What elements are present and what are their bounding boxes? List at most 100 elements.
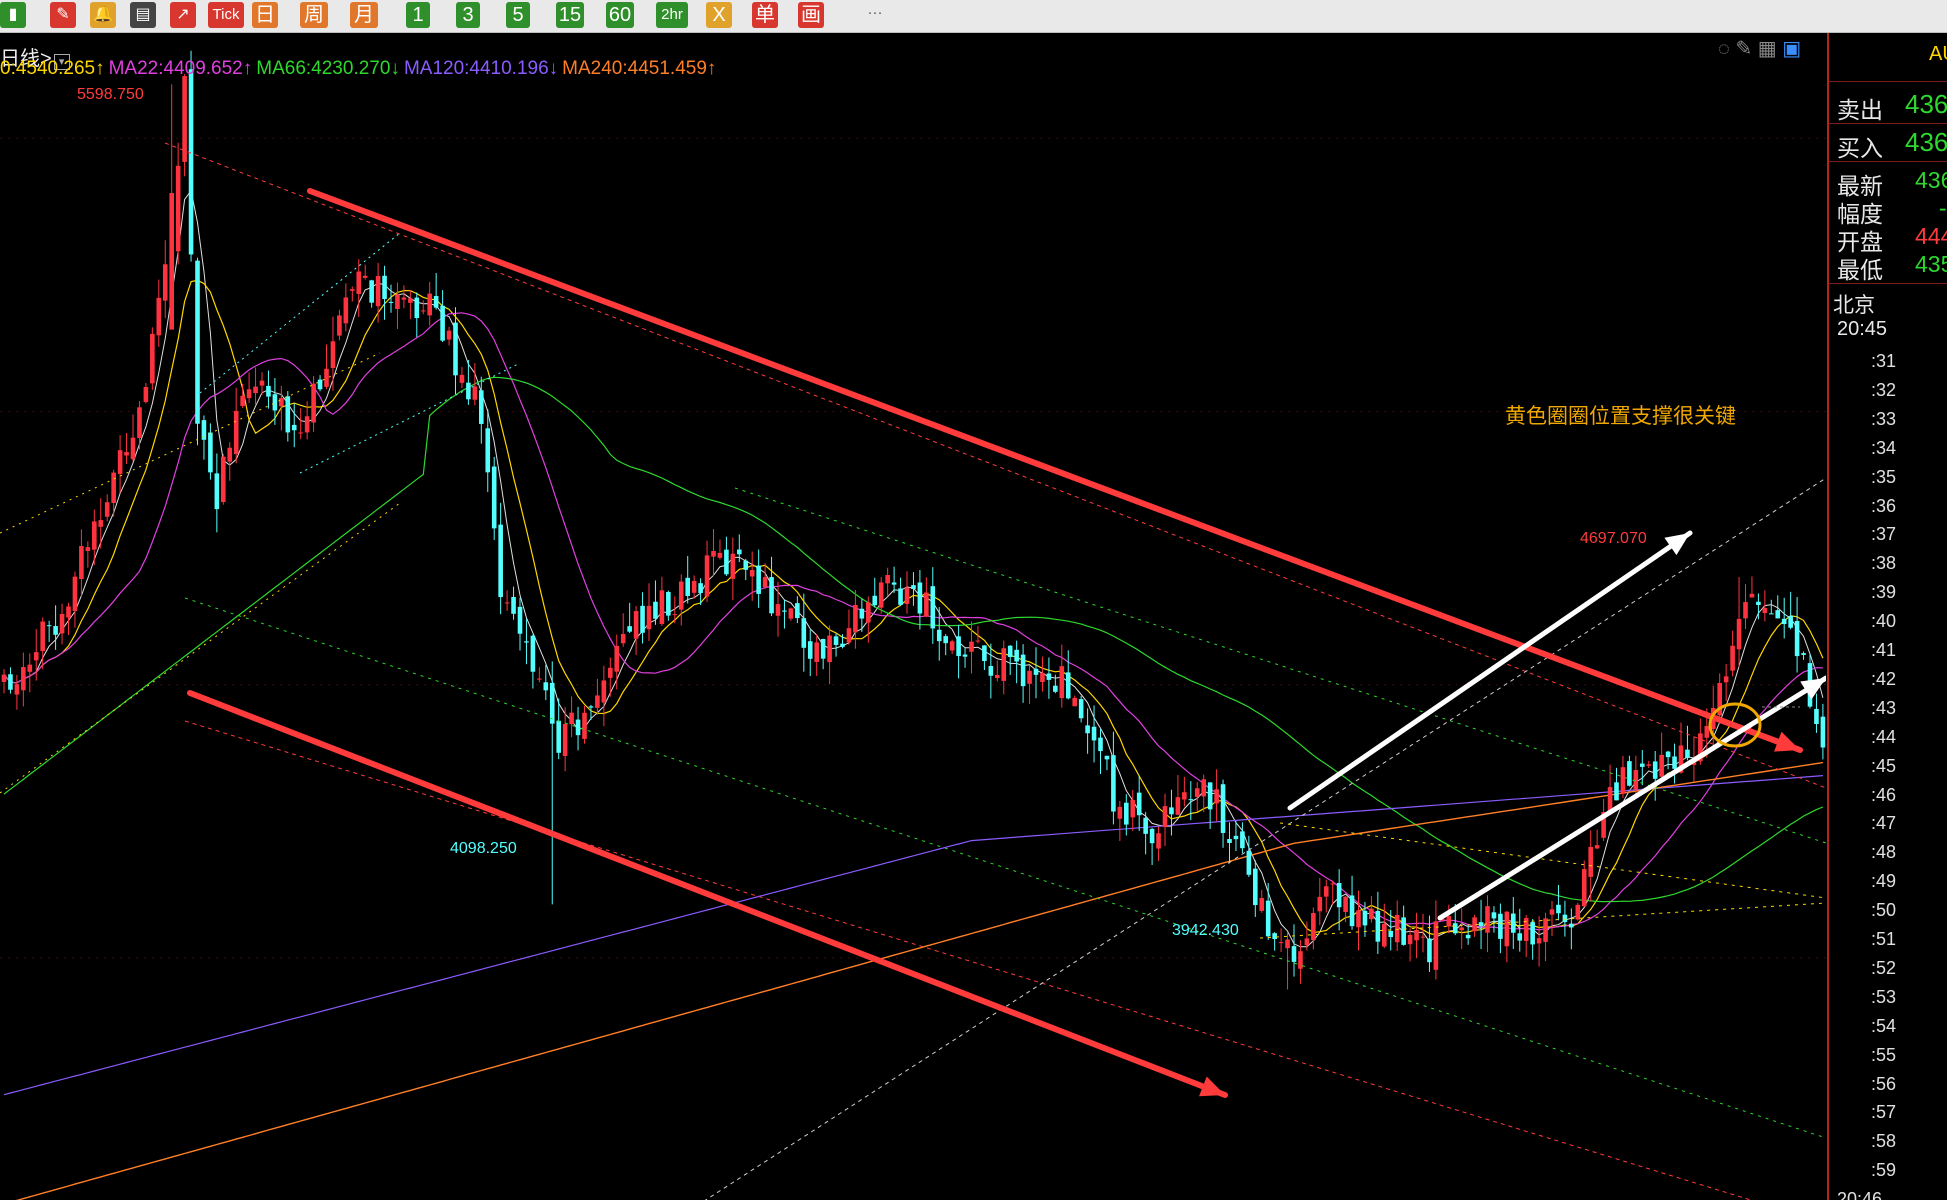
candle-body — [1343, 896, 1348, 912]
candle-body — [1414, 929, 1419, 941]
eye-off-icon[interactable]: ◌ — [1718, 38, 1730, 60]
candle-body — [891, 582, 897, 585]
candle-body — [466, 382, 471, 400]
candle-body — [253, 386, 258, 394]
candle-body — [1633, 770, 1639, 790]
candle-body — [221, 456, 226, 503]
candle-body — [1162, 806, 1168, 828]
candle-body — [904, 587, 910, 605]
table-icon[interactable]: ▤ — [130, 2, 156, 28]
grid-layout-icon[interactable]: ▦ — [1758, 38, 1777, 60]
candle-body — [698, 583, 703, 593]
trend-chart-icon[interactable]: ↗ — [170, 2, 196, 28]
bid-label: 买入 — [1837, 135, 1883, 161]
candle-body — [130, 437, 136, 460]
candle-body — [769, 577, 774, 614]
candle-body — [1769, 613, 1774, 615]
candle-body — [1420, 936, 1426, 938]
candle-body — [1394, 915, 1400, 943]
candle-body — [1111, 755, 1116, 812]
candle-body — [266, 385, 271, 397]
time-tick: :48 — [1871, 842, 1897, 863]
toolbar-button-12[interactable]: 15 — [556, 2, 584, 28]
candle-body — [33, 652, 39, 661]
candle-body — [1820, 716, 1826, 748]
candle-body — [1330, 883, 1335, 885]
candle-body — [427, 293, 432, 316]
toolbar-button-18[interactable]: ··· — [860, 2, 890, 28]
candle-body — [1124, 802, 1129, 825]
candlestick-chart[interactable]: 5598.750 4098.250 3942.430 4697.070 黄色圈圈位置支撑… — [0, 33, 1826, 1200]
candle-body — [588, 706, 594, 708]
candle-body — [337, 315, 342, 336]
price-label: 3942.430 — [1172, 922, 1239, 939]
candle-body — [175, 165, 181, 252]
candle-body — [1040, 672, 1045, 682]
candle-body — [1433, 921, 1439, 970]
time-tick: :56 — [1871, 1073, 1897, 1094]
pencil-icon[interactable]: ✎ — [1735, 38, 1752, 60]
candle-body — [730, 553, 736, 579]
candle-body — [807, 641, 813, 659]
candle-body — [872, 595, 878, 606]
time-tick: :32 — [1871, 379, 1897, 400]
toolbar-button-6[interactable]: 日 — [252, 2, 278, 28]
candle-body — [298, 432, 303, 434]
toolbar-button-16[interactable]: 单 — [752, 2, 778, 28]
candle-body — [1794, 621, 1800, 657]
candle-body — [485, 428, 491, 473]
candle-body — [1801, 653, 1806, 655]
toolbar-button-5[interactable]: Tick — [208, 2, 244, 28]
toolbar-button-15[interactable]: X — [706, 2, 732, 28]
candle-body — [1743, 602, 1748, 619]
candle-chart-icon[interactable]: ▮ — [0, 2, 26, 28]
candle-body — [162, 264, 168, 301]
candle-body — [885, 574, 890, 584]
candle-body — [788, 608, 794, 619]
candle-body — [1491, 912, 1497, 919]
candle-body — [1465, 934, 1471, 939]
toolbar-button-7[interactable]: 周 — [300, 2, 328, 28]
channel-upper-guide — [164, 142, 1826, 789]
candle-body — [304, 416, 310, 433]
pen-icon[interactable]: ✎ — [50, 2, 76, 28]
candle-body — [137, 407, 142, 438]
candle-body — [782, 610, 787, 612]
candle-body — [982, 645, 987, 662]
candle-body — [1156, 833, 1161, 849]
candle-body — [1762, 608, 1768, 614]
candle-body — [949, 641, 955, 651]
toolbar-button-11[interactable]: 5 — [506, 2, 530, 28]
toolbar-button-8[interactable]: 月 — [350, 2, 378, 28]
candle-body — [833, 636, 839, 645]
time-tick: :45 — [1871, 755, 1897, 776]
candle-body — [988, 665, 994, 676]
chart-header-icons: ◌ ✎ ▦ ▣ — [1718, 36, 1801, 61]
ma-legend: 0:4540.265↑ MA22:4409.652↑ MA66:4230.270↓ M… — [0, 58, 720, 80]
downtrend-upper-arrow-head — [1774, 731, 1800, 752]
candle-body — [1388, 930, 1394, 938]
toolbar-button-13[interactable]: 60 — [606, 2, 634, 28]
candle-body — [1427, 938, 1432, 963]
panel-icon[interactable]: ▣ — [1782, 38, 1801, 60]
bell-icon[interactable]: 🔔 — [90, 2, 116, 28]
candle-body — [1259, 898, 1265, 911]
toolbar-button-9[interactable]: 1 — [406, 2, 430, 28]
time-tick: :47 — [1871, 813, 1897, 834]
toolbar-button-10[interactable]: 3 — [456, 2, 480, 28]
toolbar-button-14[interactable]: 2hr — [656, 2, 688, 28]
downtrend-lower-arrow — [187, 690, 1228, 1098]
ask-value: 4367 — [1905, 89, 1947, 119]
candle-body — [1136, 792, 1142, 816]
candle-body — [59, 613, 65, 634]
candle-body — [1814, 708, 1819, 725]
time-tick: 20:46 — [1837, 1189, 1883, 1200]
candle-body — [537, 678, 542, 680]
candle-body — [646, 605, 652, 630]
candle-body — [1562, 914, 1568, 923]
candle-body — [420, 310, 426, 312]
candle-body — [208, 432, 213, 473]
candle-body — [408, 298, 413, 303]
toolbar-button-17[interactable]: 画 — [798, 2, 824, 28]
candle-body — [840, 643, 845, 647]
